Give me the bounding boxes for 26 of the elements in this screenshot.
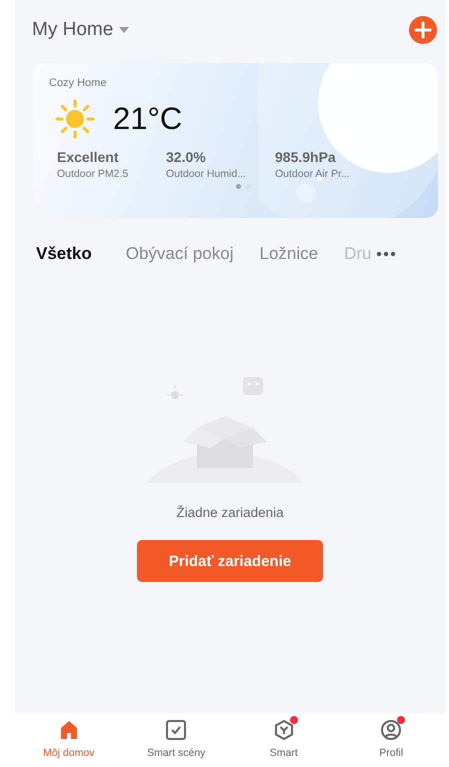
stat-value: 32.0% xyxy=(166,149,207,165)
hexagon-icon xyxy=(272,719,295,741)
room-tab[interactable]: Ložnice xyxy=(259,244,318,264)
user-icon xyxy=(380,719,402,741)
temperature: 21°C xyxy=(113,101,182,137)
stat-label: Outdoor Air Pr... xyxy=(275,168,351,180)
card-title: Cozy Home xyxy=(49,77,108,89)
sun-icon xyxy=(55,99,95,139)
room-tab[interactable]: Všetko xyxy=(36,244,92,264)
stat-value: 985.9hPa xyxy=(275,149,337,165)
add-device-button[interactable]: Pridať zariadenie xyxy=(137,540,323,582)
stat-label: Outdoor PM2.5 xyxy=(57,168,130,180)
page-dot[interactable] xyxy=(236,184,241,189)
home-selector[interactable]: My Home xyxy=(32,19,130,41)
nav-tab[interactable]: Smart xyxy=(238,719,329,767)
empty-message: Žiadne zariadenia xyxy=(176,505,284,520)
nav-tab[interactable]: Smart scény xyxy=(131,719,222,767)
nav-tab[interactable]: Profil xyxy=(346,719,436,767)
stat-label: Outdoor Humid... xyxy=(166,168,247,180)
checkbox-icon xyxy=(165,719,188,741)
more-icon[interactable] xyxy=(376,251,396,257)
nav-tab[interactable]: Môj domov xyxy=(24,719,114,767)
room-tab[interactable]: Obývací pokoj xyxy=(126,244,234,264)
add-icon[interactable] xyxy=(409,16,437,44)
stat-value: Excellent xyxy=(57,149,120,165)
caret-icon xyxy=(119,27,130,33)
